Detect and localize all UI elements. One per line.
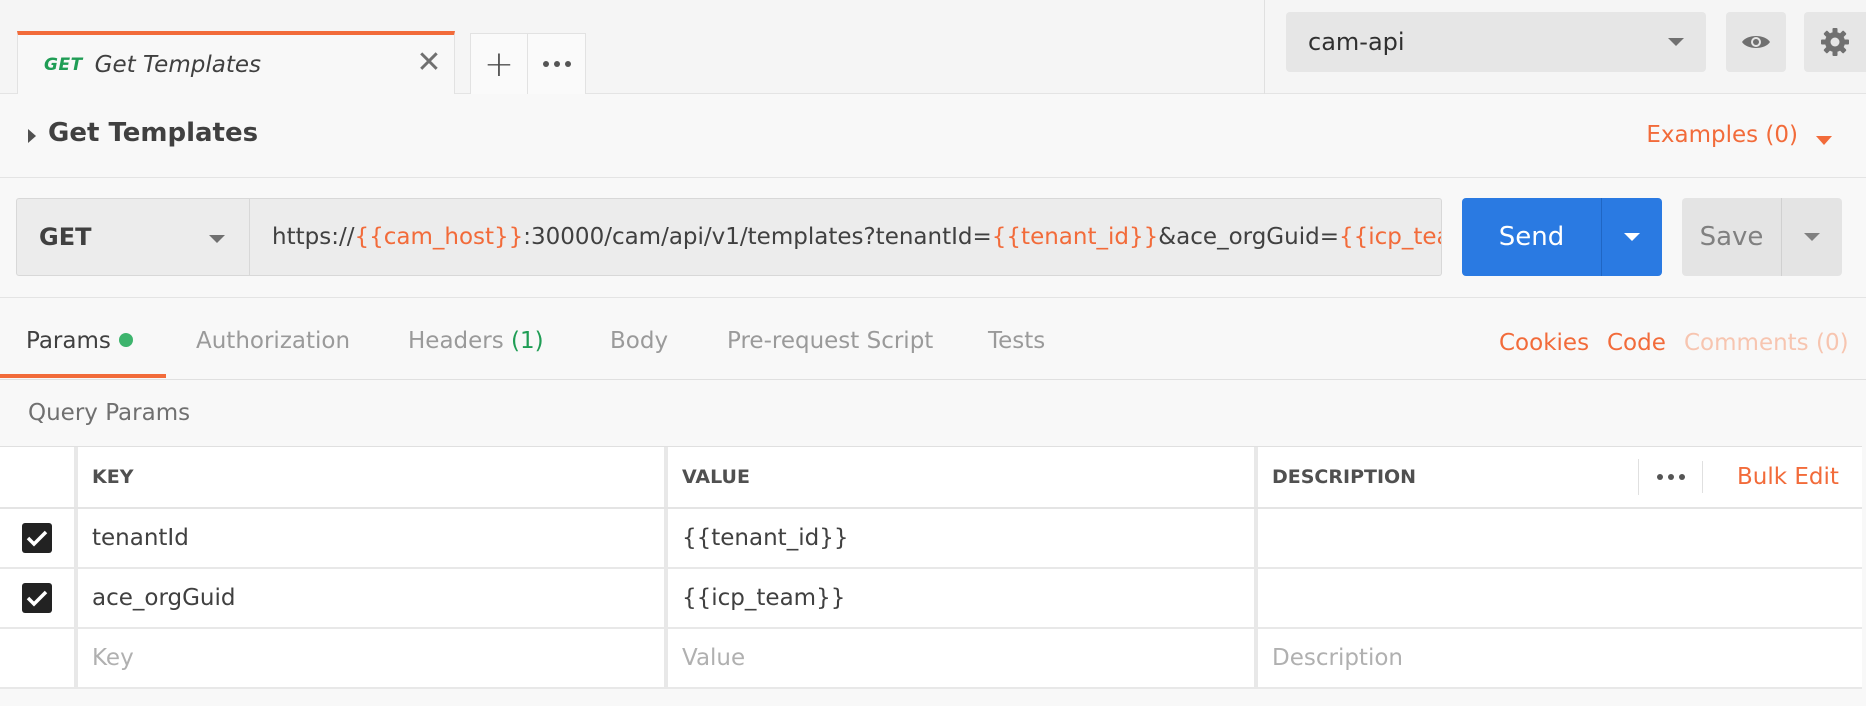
- chevron-down-icon: [1804, 233, 1820, 241]
- url-variable: {{cam_host}}: [354, 224, 524, 250]
- cookies-link[interactable]: Cookies: [1499, 330, 1589, 356]
- new-param-description-input[interactable]: Description: [1260, 629, 1862, 687]
- environment-select[interactable]: cam-api: [1286, 12, 1706, 72]
- divider: [1264, 0, 1265, 94]
- request-name[interactable]: Get Templates: [48, 118, 258, 148]
- url-segment: &ace_orgGuid=: [1158, 224, 1339, 250]
- code-link[interactable]: Code: [1607, 330, 1666, 356]
- chevron-down-icon: [1624, 233, 1640, 241]
- tab-authorization[interactable]: Authorization: [196, 328, 350, 354]
- chevron-down-icon: [209, 235, 225, 243]
- table-row-new: Key Value Description: [0, 629, 1862, 689]
- table-row: ace_orgGuid {{icp_team}}: [0, 569, 1862, 629]
- gear-icon: [1821, 28, 1849, 56]
- send-options-button[interactable]: [1602, 198, 1662, 276]
- column-options-button[interactable]: [1638, 459, 1702, 495]
- param-value-input[interactable]: {{tenant_id}}: [670, 509, 1258, 567]
- request-name-bar: Get Templates Examples (0): [0, 94, 1866, 178]
- manage-environments-button[interactable]: [1804, 12, 1866, 72]
- new-tab-button[interactable]: +: [471, 34, 529, 94]
- url-variable: {{icp_team}}: [1338, 224, 1441, 250]
- request-tab-get-templates[interactable]: GET Get Templates ✕: [17, 31, 455, 95]
- param-description-input[interactable]: [1260, 509, 1862, 567]
- query-params-table: KEY VALUE DESCRIPTION Bulk Edit tenantId…: [0, 446, 1862, 689]
- tab-body[interactable]: Body: [610, 328, 668, 354]
- column-header-value: VALUE: [670, 447, 1258, 507]
- column-header-key: KEY: [80, 447, 668, 507]
- param-value-input[interactable]: {{icp_team}}: [670, 569, 1258, 627]
- tab-tests[interactable]: Tests: [988, 328, 1045, 354]
- new-param-value-input[interactable]: Value: [670, 629, 1258, 687]
- url-segment: :30000/cam/api/v1/templates?tenantId=: [523, 224, 992, 250]
- url-segment: https://: [272, 224, 355, 250]
- bulk-edit-link[interactable]: Bulk Edit: [1737, 464, 1839, 490]
- divider: [1702, 461, 1703, 493]
- tab-strip: GET Get Templates ✕ + cam-api: [0, 0, 1866, 95]
- chevron-down-icon[interactable]: [1816, 136, 1832, 145]
- url-input[interactable]: https://{{cam_host}}:30000/cam/api/v1/te…: [250, 198, 1442, 276]
- more-tabs-button[interactable]: [528, 34, 585, 94]
- table-header-row: KEY VALUE DESCRIPTION Bulk Edit: [0, 447, 1862, 509]
- active-tab-indicator: [0, 374, 166, 378]
- examples-dropdown[interactable]: Examples (0): [1646, 122, 1798, 148]
- row-checkbox-cell: [0, 629, 78, 687]
- new-param-key-input[interactable]: Key: [80, 629, 668, 687]
- url-bar: GET https://{{cam_host}}:30000/cam/api/v…: [0, 178, 1866, 298]
- request-tab-title: Get Templates: [94, 52, 261, 78]
- tab-params-label: Params: [26, 328, 111, 354]
- headers-count-badge: (1): [511, 328, 544, 354]
- row-enabled-checkbox[interactable]: [22, 523, 52, 553]
- header-checkbox-cell: [0, 447, 78, 507]
- param-description-input[interactable]: [1260, 569, 1862, 627]
- request-subtabs: Params Authorization Headers (1) Body Pr…: [0, 298, 1866, 380]
- url-variable: {{tenant_id}}: [991, 224, 1159, 250]
- tab-params[interactable]: Params: [26, 328, 133, 354]
- tab-headers[interactable]: Headers (1): [408, 328, 544, 354]
- send-button-group: Send: [1462, 198, 1662, 276]
- save-button-group: Save: [1682, 198, 1842, 276]
- ellipsis-icon: [1656, 474, 1685, 480]
- http-method-select[interactable]: GET: [16, 198, 250, 276]
- request-tab-method: GET: [44, 55, 83, 75]
- table-header-actions: Bulk Edit: [1638, 447, 1839, 507]
- query-params-title: Query Params: [28, 400, 191, 426]
- param-key-input[interactable]: ace_orgGuid: [80, 569, 668, 627]
- table-row: tenantId {{tenant_id}}: [0, 509, 1862, 569]
- checkmark-icon: [26, 530, 48, 547]
- environment-quick-look-button[interactable]: [1726, 12, 1786, 72]
- status-dot: [118, 333, 133, 347]
- chevron-down-icon: [1668, 38, 1684, 46]
- query-params-section: Query Params KEY VALUE DESCRIPTION Bulk …: [0, 380, 1866, 706]
- row-checkbox-cell: [0, 569, 78, 627]
- param-key-input[interactable]: tenantId: [80, 509, 668, 567]
- comments-link[interactable]: Comments (0): [1684, 330, 1849, 356]
- environment-select-value: cam-api: [1308, 28, 1405, 56]
- eye-icon: [1742, 36, 1770, 48]
- expand-triangle-icon[interactable]: [28, 129, 36, 143]
- row-checkbox-cell: [0, 509, 78, 567]
- tab-actions: +: [470, 33, 586, 95]
- save-options-button[interactable]: [1782, 198, 1842, 276]
- save-button[interactable]: Save: [1682, 198, 1782, 276]
- checkmark-icon: [26, 590, 48, 607]
- tab-headers-label: Headers: [408, 328, 504, 354]
- close-icon[interactable]: ✕: [414, 48, 444, 78]
- row-enabled-checkbox[interactable]: [22, 583, 52, 613]
- tab-pre-request-script[interactable]: Pre-request Script: [727, 328, 933, 354]
- http-method-value: GET: [39, 223, 92, 251]
- ellipsis-icon: [542, 61, 571, 67]
- send-button[interactable]: Send: [1462, 198, 1602, 276]
